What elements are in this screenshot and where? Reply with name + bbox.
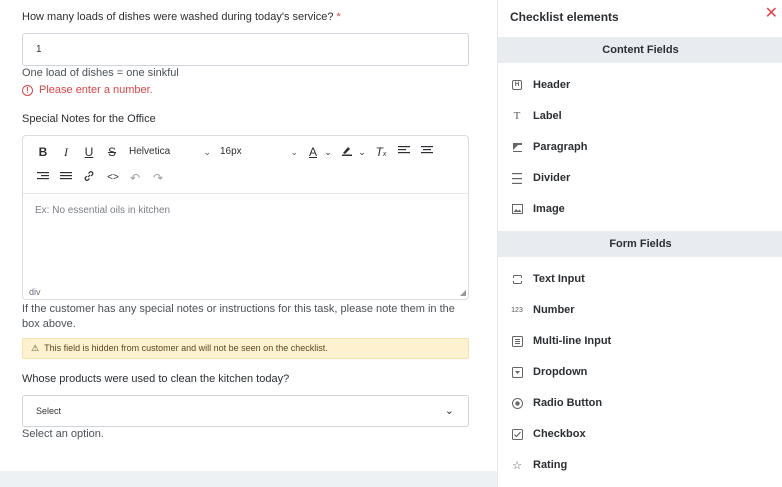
element-label: Number bbox=[533, 304, 575, 316]
element-text-input[interactable]: Text Input bbox=[510, 270, 585, 288]
element-rating[interactable]: ☆ Rating bbox=[510, 456, 567, 474]
element-label: Text Input bbox=[533, 273, 585, 285]
error-icon: ! bbox=[22, 84, 33, 96]
element-checkbox[interactable]: Checkbox bbox=[510, 425, 586, 443]
underline-icon[interactable]: U bbox=[83, 144, 95, 160]
error-text: Please enter a number. bbox=[39, 84, 153, 96]
editor-path-tag: div bbox=[29, 287, 41, 297]
field-hint: One load of dishes = one sinkful bbox=[22, 67, 179, 79]
element-label: Header bbox=[533, 79, 571, 91]
element-label-item[interactable]: T Label bbox=[510, 107, 562, 125]
rating-icon: ☆ bbox=[512, 459, 522, 472]
rich-text-editor: B I U S Helvetica ⌄ 16px ⌄ A ⌄ ⌄ Tx <> ↶… bbox=[22, 135, 469, 300]
image-icon bbox=[510, 202, 524, 216]
warning-text: This field is hidden from customer and w… bbox=[44, 343, 328, 353]
font-family-value: Helvetica bbox=[129, 146, 171, 157]
panel-title: Checklist elements bbox=[510, 10, 619, 24]
close-icon[interactable]: ✕ bbox=[765, 6, 778, 22]
element-image[interactable]: Image bbox=[510, 200, 565, 218]
link-icon[interactable] bbox=[83, 170, 95, 186]
question-label: Special Notes for the Office bbox=[22, 113, 156, 125]
form-footer-strip bbox=[0, 471, 497, 487]
align-right-icon[interactable] bbox=[37, 170, 49, 186]
element-label: Divider bbox=[533, 172, 571, 184]
clear-format-icon[interactable]: Tx bbox=[375, 144, 387, 160]
align-center-icon[interactable] bbox=[421, 144, 433, 160]
question-label: How many loads of dishes were washed dur… bbox=[22, 11, 341, 23]
element-radio-button[interactable]: Radio Button bbox=[510, 394, 602, 412]
element-label: Radio Button bbox=[533, 397, 603, 409]
strikethrough-icon[interactable]: S bbox=[106, 144, 118, 160]
dropdown-icon bbox=[510, 365, 524, 379]
justify-icon[interactable] bbox=[60, 170, 72, 186]
form-fields-header: Form Fields bbox=[498, 231, 782, 257]
bold-icon[interactable]: B bbox=[37, 144, 49, 160]
highlight-icon[interactable] bbox=[341, 144, 353, 160]
divider-icon bbox=[510, 171, 524, 185]
element-label: Image bbox=[533, 203, 565, 215]
editor-toolbar: B I U S Helvetica ⌄ 16px ⌄ A ⌄ ⌄ Tx <> ↶… bbox=[23, 136, 468, 194]
chevron-down-icon[interactable]: ⌄ bbox=[323, 144, 333, 160]
resize-handle-icon[interactable]: ◢ bbox=[460, 288, 466, 297]
question-text: How many loads of dishes were washed dur… bbox=[22, 11, 334, 23]
element-label: Label bbox=[533, 110, 562, 122]
chevron-down-icon: ⌄ bbox=[444, 405, 454, 417]
element-label: Checkbox bbox=[533, 428, 586, 440]
field-note: If the customer has any special notes or… bbox=[22, 303, 455, 330]
element-label: Dropdown bbox=[533, 366, 588, 378]
element-label: Rating bbox=[533, 459, 568, 471]
editor-placeholder[interactable]: Ex: No essential oils in kitchen bbox=[35, 205, 170, 216]
font-size-value: 16px bbox=[220, 146, 242, 157]
hidden-field-warning: ⚠ This field is hidden from customer and … bbox=[22, 338, 469, 359]
radio-icon bbox=[510, 396, 524, 410]
form-area: How many loads of dishes were washed dur… bbox=[0, 0, 497, 487]
align-left-icon[interactable] bbox=[398, 144, 410, 160]
element-number[interactable]: 123 Number bbox=[510, 301, 575, 319]
italic-icon[interactable]: I bbox=[60, 144, 72, 160]
code-icon[interactable]: <> bbox=[106, 170, 120, 186]
dropdown-value: Select bbox=[36, 406, 62, 416]
checkbox-icon bbox=[510, 427, 524, 441]
text-input-icon bbox=[510, 272, 524, 286]
content-fields-header: Content Fields bbox=[498, 37, 782, 63]
font-size-select[interactable]: 16px ⌄ bbox=[220, 144, 298, 160]
chevron-down-icon: ⌄ bbox=[290, 147, 298, 157]
element-label: Multi-line Input bbox=[533, 335, 612, 347]
element-multiline-input[interactable]: Multi-line Input bbox=[510, 332, 611, 350]
loads-number-input[interactable]: 1 bbox=[22, 33, 469, 66]
redo-icon[interactable]: ↷ bbox=[152, 170, 164, 186]
multiline-icon bbox=[510, 334, 524, 348]
element-paragraph[interactable]: Paragraph bbox=[510, 138, 587, 156]
warning-icon: ⚠ bbox=[31, 343, 40, 353]
font-family-select[interactable]: Helvetica ⌄ bbox=[129, 144, 211, 160]
paragraph-icon bbox=[510, 140, 524, 154]
checklist-elements-panel: Checklist elements ✕ Content Fields H He… bbox=[497, 0, 782, 487]
number-icon: 123 bbox=[511, 306, 523, 314]
element-header[interactable]: H Header bbox=[510, 76, 570, 94]
required-mark: * bbox=[336, 11, 341, 23]
header-icon: H bbox=[510, 78, 524, 92]
field-hint: Select an option. bbox=[22, 428, 104, 440]
text-color-icon[interactable]: A bbox=[307, 144, 319, 160]
label-icon: T bbox=[513, 110, 521, 122]
element-divider[interactable]: Divider bbox=[510, 169, 570, 187]
question-label: Whose products were used to clean the ki… bbox=[22, 373, 290, 385]
products-dropdown[interactable]: Select ⌄ bbox=[22, 395, 469, 427]
element-dropdown[interactable]: Dropdown bbox=[510, 363, 587, 381]
error-message: ! Please enter a number. bbox=[22, 84, 153, 96]
chevron-down-icon[interactable]: ⌄ bbox=[357, 144, 367, 160]
element-label: Paragraph bbox=[533, 141, 588, 153]
chevron-down-icon: ⌄ bbox=[203, 147, 211, 157]
undo-icon[interactable]: ↶ bbox=[129, 170, 141, 186]
